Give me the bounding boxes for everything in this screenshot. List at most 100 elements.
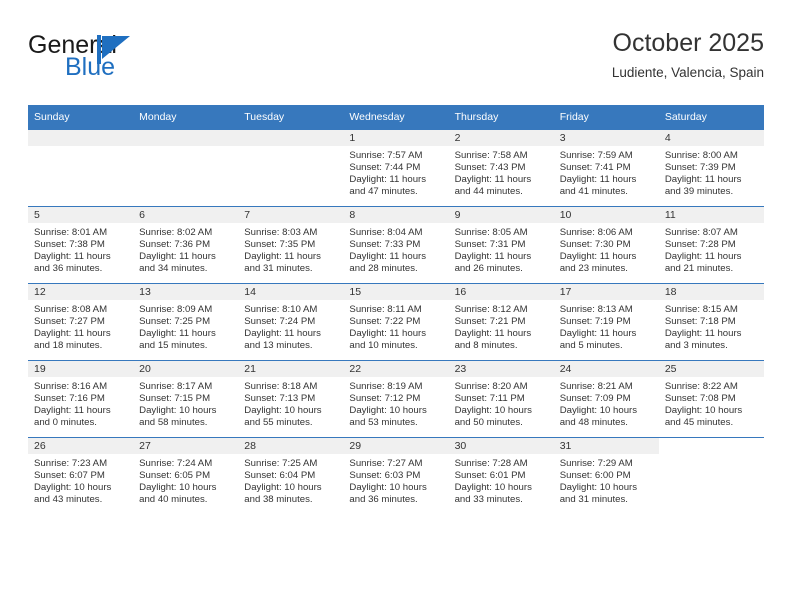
sunrise-text: Sunrise: 7:25 AM — [244, 458, 318, 469]
daylight-text-line1: Daylight: 11 hours — [139, 250, 216, 262]
calendar-day-cell[interactable]: 9 Sunrise: 8:05 AM Sunset: 7:31 PM Daylight… — [448, 206, 554, 284]
calendar-day-cell[interactable]: 4 Sunrise: 8:00 AM Sunset: 7:39 PM Daylight… — [658, 129, 764, 207]
sunset-text: Sunset: 6:07 PM — [34, 469, 105, 481]
calendar-day-cell-empty — [238, 129, 344, 207]
daylight-text-line2: and 43 minutes. — [34, 493, 103, 505]
day-number: 31 — [553, 438, 659, 454]
day-number: 2 — [448, 130, 554, 146]
calendar-day-cell-empty — [658, 437, 764, 514]
daylight-text-line1: Daylight: 10 hours — [139, 481, 217, 493]
day-details: Sunrise: 8:08 AM Sunset: 7:27 PM Daylight:… — [28, 300, 133, 352]
calendar-day-cell[interactable]: 26 Sunrise: 7:23 AM Sunset: 6:07 PM Dayligh… — [28, 437, 134, 514]
calendar-day-cell-empty — [133, 129, 239, 207]
daylight-text-line2: and 33 minutes. — [454, 493, 523, 505]
day-number: 5 — [28, 207, 134, 223]
daylight-text-line1: Daylight: 11 hours — [664, 173, 742, 185]
sunrise-text: Sunrise: 8:10 AM — [244, 304, 318, 315]
calendar-day-cell[interactable]: 3 Sunrise: 7:59 AM Sunset: 7:41 PM Daylight… — [553, 129, 659, 207]
daylight-text-line2: and 34 minutes. — [139, 262, 208, 274]
calendar-day-cell[interactable]: 1 Sunrise: 7:57 AM Sunset: 7:44 PM Daylight… — [343, 129, 449, 207]
daylight-text-line1: Daylight: 11 hours — [664, 327, 742, 339]
calendar-day-cell[interactable]: 10 Sunrise: 8:06 AM Sunset: 7:30 PM Dayligh… — [553, 206, 659, 284]
calendar-day-cell[interactable]: 7 Sunrise: 8:03 AM Sunset: 7:35 PM Daylight… — [238, 206, 344, 284]
sunrise-text: Sunrise: 7:58 AM — [454, 150, 528, 161]
weekday-header-tuesday: Tuesday — [238, 105, 344, 130]
calendar-day-cell[interactable]: 23 Sunrise: 8:20 AM Sunset: 7:11 PM Dayligh… — [448, 360, 554, 438]
sunset-text: Sunset: 7:27 PM — [34, 315, 105, 327]
brand-logo[interactable]: General Blue — [28, 32, 238, 90]
day-details: Sunrise: 7:59 AM Sunset: 7:41 PM Daylight:… — [554, 146, 659, 198]
day-cell-inner: 14 Sunrise: 8:10 AM Sunset: 7:24 PM Dayligh… — [238, 284, 344, 360]
day-cell-inner: 26 Sunrise: 7:23 AM Sunset: 6:07 PM Dayligh… — [28, 438, 134, 514]
daylight-text-line2: and 58 minutes. — [139, 416, 208, 428]
sunset-text: Sunset: 7:18 PM — [664, 315, 736, 327]
day-cell-inner: 2 Sunrise: 7:58 AM Sunset: 7:43 PM Daylight… — [448, 130, 554, 206]
daylight-text-line1: Daylight: 11 hours — [349, 250, 427, 262]
daylight-text-line2: and 44 minutes. — [454, 185, 523, 197]
daylight-text-line1: Daylight: 11 hours — [244, 250, 321, 262]
calendar-day-cell[interactable]: 16 Sunrise: 8:12 AM Sunset: 7:21 PM Dayligh… — [448, 283, 554, 361]
daylight-text-line2: and 38 minutes. — [244, 493, 313, 505]
day-number — [238, 130, 344, 146]
calendar-day-cell[interactable]: 25 Sunrise: 8:22 AM Sunset: 7:08 PM Dayligh… — [658, 360, 764, 438]
day-cell-inner: 28 Sunrise: 7:25 AM Sunset: 6:04 PM Dayligh… — [238, 438, 344, 514]
day-cell-inner: 21 Sunrise: 8:18 AM Sunset: 7:13 PM Dayligh… — [238, 361, 344, 437]
calendar-day-cell[interactable]: 17 Sunrise: 8:13 AM Sunset: 7:19 PM Dayligh… — [553, 283, 659, 361]
calendar-day-cell[interactable]: 30 Sunrise: 7:28 AM Sunset: 6:01 PM Dayligh… — [448, 437, 554, 514]
calendar-day-cell[interactable]: 22 Sunrise: 8:19 AM Sunset: 7:12 PM Dayligh… — [343, 360, 449, 438]
day-cell-inner: 9 Sunrise: 8:05 AM Sunset: 7:31 PM Daylight… — [448, 207, 554, 283]
calendar-day-cell[interactable]: 28 Sunrise: 7:25 AM Sunset: 6:04 PM Dayligh… — [238, 437, 344, 514]
calendar-day-cell[interactable]: 12 Sunrise: 8:08 AM Sunset: 7:27 PM Dayligh… — [28, 283, 134, 361]
day-cell-inner: 11 Sunrise: 8:07 AM Sunset: 7:28 PM Dayligh… — [658, 207, 764, 283]
daylight-text-line2: and 26 minutes. — [454, 262, 523, 274]
daylight-text-line1: Daylight: 10 hours — [349, 481, 427, 493]
calendar-day-cell[interactable]: 19 Sunrise: 8:16 AM Sunset: 7:16 PM Dayligh… — [28, 360, 134, 438]
day-cell-inner: 13 Sunrise: 8:09 AM Sunset: 7:25 PM Dayligh… — [133, 284, 239, 360]
calendar-day-cell[interactable]: 31 Sunrise: 7:29 AM Sunset: 6:00 PM Dayligh… — [553, 437, 659, 514]
sunrise-text: Sunrise: 8:02 AM — [139, 227, 213, 238]
daylight-text-line2: and 10 minutes. — [349, 339, 418, 351]
calendar-day-cell[interactable]: 8 Sunrise: 8:04 AM Sunset: 7:33 PM Daylight… — [343, 206, 449, 284]
calendar-day-cell[interactable]: 2 Sunrise: 7:58 AM Sunset: 7:43 PM Daylight… — [448, 129, 554, 207]
calendar-day-cell[interactable]: 5 Sunrise: 8:01 AM Sunset: 7:38 PM Daylight… — [28, 206, 134, 284]
day-cell-inner — [238, 130, 344, 206]
calendar-day-cell[interactable]: 21 Sunrise: 8:18 AM Sunset: 7:13 PM Dayligh… — [238, 360, 344, 438]
daylight-text-line1: Daylight: 11 hours — [349, 173, 427, 185]
day-number: 12 — [28, 284, 134, 300]
daylight-text-line2: and 0 minutes. — [34, 416, 97, 428]
day-number: 25 — [658, 361, 764, 377]
calendar-day-cell[interactable]: 20 Sunrise: 8:17 AM Sunset: 7:15 PM Dayligh… — [133, 360, 239, 438]
day-details: Sunrise: 8:16 AM Sunset: 7:16 PM Daylight:… — [28, 377, 133, 429]
sunset-text: Sunset: 7:36 PM — [139, 238, 211, 250]
calendar-day-cell[interactable]: 29 Sunrise: 7:27 AM Sunset: 6:03 PM Dayligh… — [343, 437, 449, 514]
day-number — [28, 130, 134, 146]
calendar-day-cell[interactable]: 24 Sunrise: 8:21 AM Sunset: 7:09 PM Dayligh… — [553, 360, 659, 438]
sunrise-text: Sunrise: 8:03 AM — [244, 227, 318, 238]
daylight-text-line1: Daylight: 10 hours — [664, 404, 743, 416]
daylight-text-line1: Daylight: 10 hours — [454, 481, 532, 493]
daylight-text-line1: Daylight: 10 hours — [34, 481, 112, 493]
day-number: 23 — [448, 361, 554, 377]
sunset-text: Sunset: 7:35 PM — [244, 238, 316, 250]
sunset-text: Sunset: 7:33 PM — [349, 238, 421, 250]
sunrise-text: Sunrise: 8:15 AM — [664, 304, 738, 315]
daylight-text-line1: Daylight: 10 hours — [244, 404, 322, 416]
calendar-day-cell[interactable]: 13 Sunrise: 8:09 AM Sunset: 7:25 PM Dayligh… — [133, 283, 239, 361]
sunset-text: Sunset: 7:31 PM — [454, 238, 526, 250]
calendar-day-cell[interactable]: 27 Sunrise: 7:24 AM Sunset: 6:05 PM Dayligh… — [133, 437, 239, 514]
day-cell-inner: 1 Sunrise: 7:57 AM Sunset: 7:44 PM Daylight… — [343, 130, 449, 206]
calendar-day-cell[interactable]: 18 Sunrise: 8:15 AM Sunset: 7:18 PM Dayligh… — [658, 283, 764, 361]
calendar-day-cell[interactable]: 6 Sunrise: 8:02 AM Sunset: 7:36 PM Daylight… — [133, 206, 239, 284]
day-cell-inner: 4 Sunrise: 8:00 AM Sunset: 7:39 PM Daylight… — [658, 130, 764, 206]
sunset-text: Sunset: 7:21 PM — [454, 315, 526, 327]
calendar-day-cell[interactable]: 14 Sunrise: 8:10 AM Sunset: 7:24 PM Dayligh… — [238, 283, 344, 361]
sunrise-text: Sunrise: 7:23 AM — [34, 458, 108, 469]
calendar-day-cell[interactable]: 11 Sunrise: 8:07 AM Sunset: 7:28 PM Dayligh… — [658, 206, 764, 284]
daylight-text-line2: and 23 minutes. — [559, 262, 628, 274]
sunrise-text: Sunrise: 8:21 AM — [559, 381, 633, 392]
sunset-text: Sunset: 7:38 PM — [34, 238, 105, 250]
daylight-text-line1: Daylight: 11 hours — [454, 250, 532, 262]
day-cell-inner: 17 Sunrise: 8:13 AM Sunset: 7:19 PM Dayligh… — [553, 284, 659, 360]
title-block: October 2025 Ludiente, Valencia, Spain — [612, 28, 764, 84]
calendar-day-cell[interactable]: 15 Sunrise: 8:11 AM Sunset: 7:22 PM Dayligh… — [343, 283, 449, 361]
